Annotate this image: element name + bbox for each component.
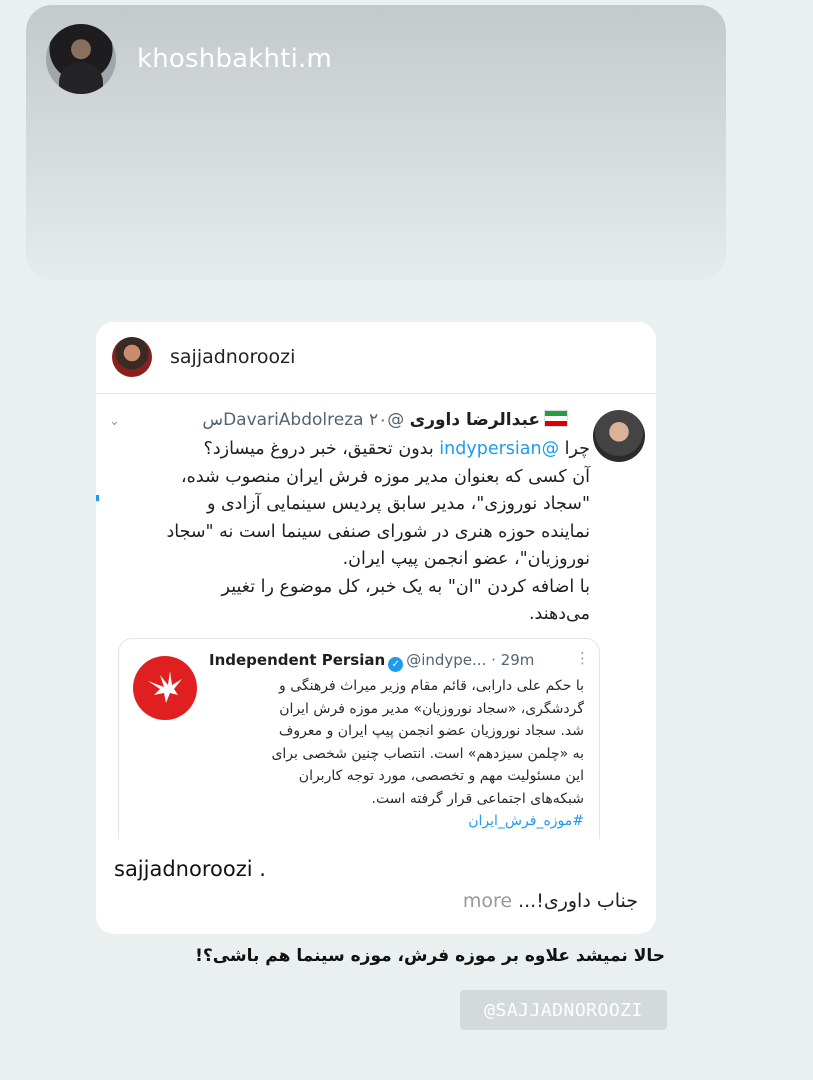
iran-flag-icon [544, 410, 568, 427]
quoted-line: این مسئولیت مهم و تخصصی، مورد توجه کاربر… [298, 768, 584, 784]
story-text: حالا نمیشد علاوه بر موزه فرش، موزه سینما… [195, 946, 665, 966]
more-options-icon[interactable]: ⋮ [575, 649, 590, 667]
shared-post-card[interactable]: sajjadnoroozi ⌄ عبدالرضا داوری @DavariAb… [96, 322, 656, 934]
caption-username-link[interactable]: sajjadnoroozi [114, 857, 253, 881]
caption-text: جناب داوری!... more [463, 890, 638, 912]
mention-link[interactable]: @indypersian [439, 439, 559, 459]
tweet-line: "سجاد نوروزی"، مدیر سابق پردیس سینمایی آ… [206, 494, 590, 514]
post-author-username[interactable]: sajjadnoroozi [170, 346, 295, 368]
chevron-down-icon[interactable]: ⌄ [109, 414, 120, 429]
more-link[interactable]: more [463, 890, 512, 912]
hashtag-link[interactable]: #موزه_فرش_ایران [179, 810, 584, 833]
caption-username: sajjadnoroozi . [114, 857, 266, 881]
quoted-author-name[interactable]: Independent Persian [209, 651, 385, 669]
story-username[interactable]: khoshbakhti.m [137, 44, 332, 74]
post-author-avatar[interactable] [112, 337, 152, 377]
tweet-line: با اضافه کردن "ان" به یک خبر، کل موضوع ر… [221, 576, 590, 597]
side-marker [96, 495, 99, 501]
tweet-author-name[interactable]: عبدالرضا داوری [410, 410, 540, 430]
quoted-tweet[interactable]: Independent Persian ✓ @indype... · 29m ⋮ ب… [118, 638, 600, 839]
mention-sticker[interactable]: @SAJJADNOROOZI [460, 990, 667, 1030]
quoted-author-handle[interactable]: @indype... [406, 651, 486, 669]
quoted-line: به «چلمن سیزدهم» است. انتصاب چنین شخصی ب… [271, 745, 584, 762]
tweet-line: آن کسی که بعنوان مدیر موزه فرش ایران منص… [181, 466, 590, 487]
tweet-line: می‌دهند. [528, 604, 590, 624]
tweet-line: چرا @indypersian بدون تحقیق، خبر دروغ می… [203, 439, 590, 459]
tweet-line: نوروزیان"، عضو انجمن پیپ ایران. [342, 549, 590, 569]
story-avatar[interactable] [46, 24, 116, 94]
caption-body: جناب داوری!... [518, 890, 638, 912]
quoted-line: شد. سجاد نوروزیان عضو انجمن پیپ ایران و … [278, 723, 584, 739]
tweet-author-avatar[interactable] [593, 410, 645, 462]
verified-badge-icon: ✓ [388, 657, 404, 672]
quoted-time: · 29m [491, 651, 535, 669]
tweet-header: عبدالرضا داوری @DavariAbdolreza ۲۰س [188, 410, 568, 438]
tweet-text: چرا @indypersian بدون تحقیق، خبر دروغ می… [114, 436, 590, 629]
story-header-background [26, 5, 726, 280]
quoted-line: شبکه‌های اجتماعی قرار گرفته است. [371, 790, 584, 807]
quoted-line: گردشگری، «سجاد نوروزیان» مدیر موزه فرش ا… [279, 700, 584, 717]
quoted-text: با حکم علی دارابی، قائم مقام وزیر میراث … [179, 675, 584, 833]
quoted-header: Independent Persian ✓ @indype... · 29m [209, 651, 534, 672]
post-header-divider [96, 393, 656, 394]
tweet-line: نماینده حوزه هنری در شورای صنفی سینما اس… [166, 521, 590, 542]
caption-separator: . [259, 857, 266, 881]
quoted-line: با حکم علی دارابی، قائم مقام وزیر میراث … [279, 678, 584, 694]
